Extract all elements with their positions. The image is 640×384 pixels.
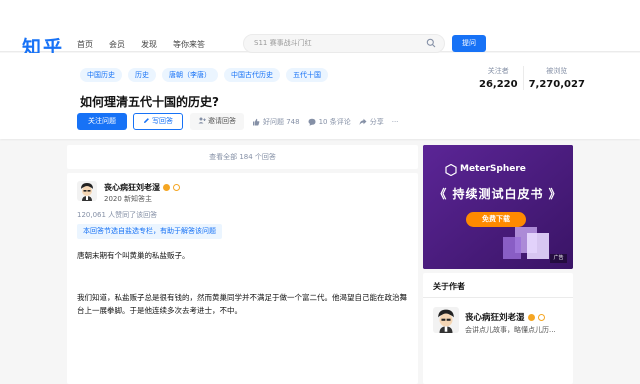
write-answer-label: 写回答 [152, 117, 173, 125]
search-box [243, 34, 445, 53]
ask-question-button[interactable]: 提问 [452, 35, 486, 52]
follow-question-button[interactable]: 关注问题 [77, 113, 127, 130]
share-label: 分享 [369, 117, 384, 126]
ad-download-button[interactable]: 免费下载 [466, 212, 526, 227]
verified-badge-icon [163, 184, 170, 191]
topic-tag[interactable]: 中国历史 [80, 68, 122, 82]
answer-author[interactable]: 丧心病狂刘老湿 [104, 182, 180, 193]
author-name: 丧心病狂刘老湿 [465, 313, 525, 323]
topic-tags: 中国历史 历史 唐朝（李唐） 中国古代历史 五代十国 [80, 68, 328, 82]
cartoon-avatar-icon [433, 307, 459, 333]
ad-label: 广告 [550, 254, 567, 263]
good-question-label: 好问题 748 [263, 117, 300, 126]
nav-membership[interactable]: 会员 [109, 39, 125, 50]
about-author-title: 关于作者 [433, 282, 465, 291]
about-author-card: 关于作者 丧心病狂刘老湿 会讲点儿故事，略懂点儿历... [423, 273, 573, 384]
share-button[interactable]: 分享 [359, 117, 384, 127]
good-question-button[interactable]: 好问题 748 [252, 117, 300, 127]
nav-waiting-answers[interactable]: 等你来答 [173, 39, 205, 50]
comments-label: 10 条评论 [318, 117, 351, 126]
add-user-icon [198, 117, 206, 124]
views-count: 7,270,027 [528, 79, 585, 90]
avatar[interactable] [433, 307, 459, 333]
metersphere-logo-icon [445, 164, 457, 176]
ad-title: 《 持续测试白皮书 》 [434, 187, 562, 201]
top-nav-bar: 知乎 首页 会员 发现 等你来答 提问 [0, 0, 640, 59]
creator-badge-icon [173, 184, 180, 191]
followers-count: 26,220 [479, 79, 518, 90]
question-title: 如何理清五代十国的历史? [80, 95, 219, 109]
sidebar-ad[interactable]: MeterSphere 《 持续测试白皮书 》 免费下载 广告 [423, 145, 573, 269]
divider [423, 297, 573, 298]
followers-stat[interactable]: 关注者 26,220 [474, 66, 523, 90]
agree-count: 120,061 人赞同了该回答 [77, 211, 158, 219]
ad-brand: MeterSphere [460, 164, 526, 174]
more-button[interactable]: ··· [392, 118, 399, 126]
topic-tag[interactable]: 历史 [128, 68, 156, 82]
author-headline: 2020 新知答主 [104, 195, 153, 203]
invite-answer-label: 邀请回答 [208, 117, 236, 125]
invite-answer-button[interactable]: 邀请回答 [190, 113, 244, 130]
answer-paragraph: 我们知道，私盐贩子总是很有钱的，然而黄巢同学并不满足于做一个富二代。他渴望自己能… [77, 293, 407, 315]
nav-discover[interactable]: 发现 [141, 39, 157, 50]
views-label: 被浏览 [546, 67, 568, 75]
search-input[interactable] [254, 39, 414, 47]
pencil-icon [144, 118, 149, 123]
nav-home[interactable]: 首页 [77, 39, 93, 50]
topic-tag[interactable]: 五代十国 [286, 68, 328, 82]
answer-card: 丧心病狂刘老湿 2020 新知答主 120,061 人赞同了该回答 本回答节选自… [67, 173, 418, 384]
thumbs-up-icon [253, 118, 260, 125]
author-name: 丧心病狂刘老湿 [104, 183, 160, 192]
views-stat: 被浏览 7,270,027 [522, 66, 590, 90]
question-stats: 关注者 26,220 被浏览 7,270,027 [474, 66, 590, 90]
about-author-bio: 会讲点儿故事，略懂点儿历... [465, 326, 556, 334]
verified-badge-icon [527, 313, 535, 321]
main-nav: 首页 会员 发现 等你来答 [77, 39, 205, 50]
column-notice[interactable]: 本回答节选自盐选专栏，有助于解答该问题 [77, 224, 222, 239]
creator-badge-icon [537, 313, 545, 321]
about-author-name[interactable]: 丧心病狂刘老湿 [465, 311, 545, 323]
view-all-answers-link[interactable]: 查看全部 184 个回答 [67, 145, 418, 169]
topic-tag[interactable]: 唐朝（李唐） [162, 68, 218, 82]
share-icon [359, 118, 367, 125]
comment-icon [308, 118, 316, 126]
comments-button[interactable]: 10 条评论 [308, 117, 351, 127]
write-answer-button[interactable]: 写回答 [133, 113, 183, 130]
search-icon[interactable] [426, 38, 436, 48]
topic-tag[interactable]: 中国古代历史 [224, 68, 280, 82]
cartoon-avatar-icon [77, 181, 97, 201]
question-actions: 关注问题 写回答 邀请回答 好问题 748 10 条评论 分享 ··· [77, 113, 398, 130]
answer-paragraph: 唐朝末期有个叫黄巢的私盐贩子。 [77, 251, 190, 260]
avatar[interactable] [77, 181, 97, 201]
followers-label: 关注者 [487, 67, 509, 75]
